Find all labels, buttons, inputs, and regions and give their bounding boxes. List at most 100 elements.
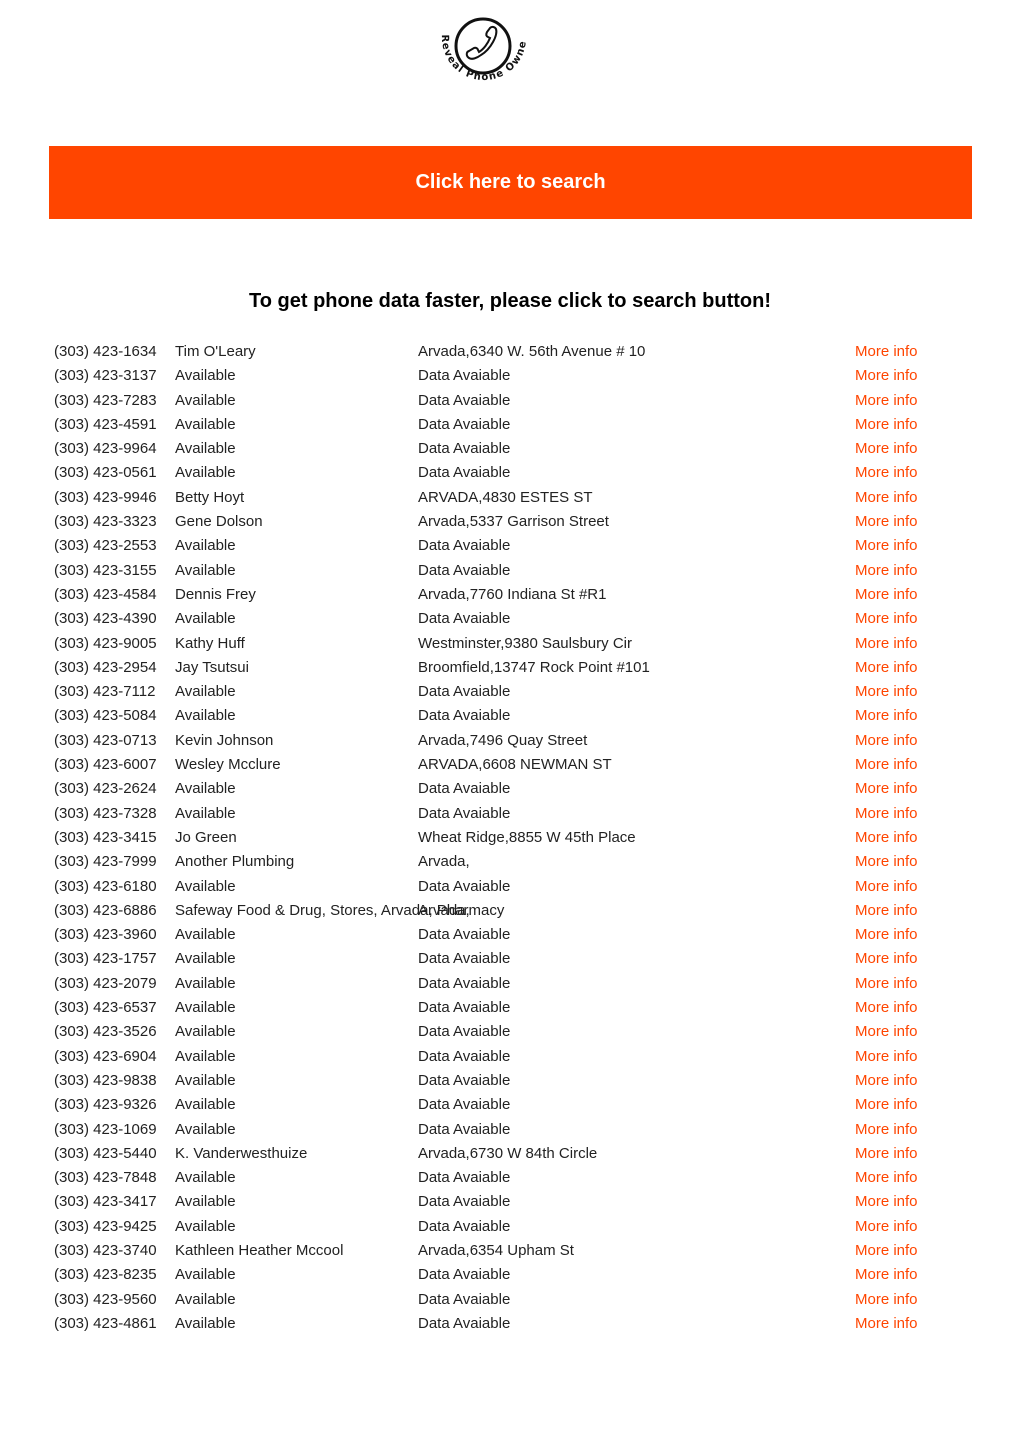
more-info-link[interactable]: More info [855, 364, 918, 388]
more-info-link[interactable]: More info [855, 461, 918, 485]
owner-name: Gene Dolson [175, 513, 263, 531]
phone-number: (303) 423-3417 [54, 1193, 157, 1211]
owner-address: Data Avaiable [418, 415, 511, 433]
more-info-link[interactable]: More info [855, 632, 918, 656]
table-row: (303) 423-4584 Dennis Frey Arvada,7760 Ind… [54, 583, 954, 607]
table-row: (303) 423-6904 Available Data Avaiable More… [54, 1045, 954, 1069]
more-info-link[interactable]: More info [855, 583, 918, 607]
phone-number: (303) 423-5084 [54, 707, 157, 725]
more-info-link[interactable]: More info [855, 972, 918, 996]
more-info-link[interactable]: More info [855, 923, 918, 947]
more-info-link[interactable]: More info [855, 413, 918, 437]
more-info-link[interactable]: More info [855, 1190, 918, 1214]
phone-number: (303) 423-2624 [54, 780, 157, 798]
table-row: (303) 423-3960 Available Data Avaiable More… [54, 923, 954, 947]
more-info-link[interactable]: More info [855, 704, 918, 728]
table-row: (303) 423-9425 Available Data Avaiable More… [54, 1215, 954, 1239]
more-info-link[interactable]: More info [855, 389, 918, 413]
more-info-link[interactable]: More info [855, 1093, 918, 1117]
phone-number: (303) 423-7112 [54, 683, 156, 701]
owner-address: Data Avaiable [418, 1314, 511, 1332]
more-info-link[interactable]: More info [855, 437, 918, 461]
owner-name: Available [175, 707, 236, 725]
phone-number: (303) 423-2553 [54, 537, 157, 555]
phone-number: (303) 423-6007 [54, 756, 157, 774]
owner-address: Data Avaiable [418, 610, 511, 628]
phone-number: (303) 423-9946 [54, 488, 157, 506]
owner-address: Data Avaiable [418, 974, 511, 992]
table-row: (303) 423-5084 Available Data Avaiable More… [54, 704, 954, 728]
more-info-link[interactable]: More info [855, 607, 918, 631]
more-info-link[interactable]: More info [855, 1312, 918, 1336]
owner-address: Arvada,6730 W 84th Circle [418, 1144, 598, 1162]
phone-number: (303) 423-7283 [54, 391, 157, 409]
table-row: (303) 423-3417 Available Data Avaiable More… [54, 1190, 954, 1214]
owner-name: Available [175, 999, 236, 1017]
owner-name: Available [175, 610, 236, 628]
owner-address: Data Avaiable [418, 1023, 511, 1041]
owner-address: Data Avaiable [418, 707, 511, 725]
more-info-link[interactable]: More info [855, 340, 918, 364]
more-info-link[interactable]: More info [855, 486, 918, 510]
more-info-link[interactable]: More info [855, 802, 918, 826]
more-info-link[interactable]: More info [855, 680, 918, 704]
more-info-link[interactable]: More info [855, 1166, 918, 1190]
phone-number: (303) 423-3155 [54, 561, 157, 579]
more-info-link[interactable]: More info [855, 510, 918, 534]
owner-name: Available [175, 464, 236, 482]
more-info-link[interactable]: More info [855, 753, 918, 777]
more-info-link[interactable]: More info [855, 534, 918, 558]
phone-handset-icon: Reveal Phone Owner [428, 16, 528, 83]
more-info-link[interactable]: More info [855, 850, 918, 874]
phone-number: (303) 423-3526 [54, 1023, 157, 1041]
search-button[interactable]: Click here to search [49, 146, 972, 219]
owner-address: Data Avaiable [418, 1047, 511, 1065]
table-row: (303) 423-3526 Available Data Avaiable More… [54, 1020, 954, 1044]
phone-number: (303) 423-2079 [54, 974, 157, 992]
owner-address: Arvada, [418, 853, 470, 871]
owner-address: Arvada,7760 Indiana St #R1 [418, 585, 607, 603]
more-info-link[interactable]: More info [855, 559, 918, 583]
phone-number: (303) 423-9425 [54, 1217, 157, 1235]
more-info-link[interactable]: More info [855, 1215, 918, 1239]
owner-address: Data Avaiable [418, 367, 511, 385]
table-row: (303) 423-1757 Available Data Avaiable More… [54, 947, 954, 971]
table-row: (303) 423-3415 Jo Green Wheat Ridge,8855 W… [54, 826, 954, 850]
more-info-link[interactable]: More info [855, 1142, 918, 1166]
owner-address: Data Avaiable [418, 537, 511, 555]
owner-address: Data Avaiable [418, 391, 511, 409]
table-row: (303) 423-9005 Kathy Huff Westminster,9380… [54, 632, 954, 656]
more-info-link[interactable]: More info [855, 1118, 918, 1142]
owner-name: Available [175, 1314, 236, 1332]
more-info-link[interactable]: More info [855, 1263, 918, 1287]
more-info-link[interactable]: More info [855, 777, 918, 801]
more-info-link[interactable]: More info [855, 947, 918, 971]
owner-address: Data Avaiable [418, 1071, 511, 1089]
phone-number: (303) 423-0713 [54, 731, 157, 749]
more-info-link[interactable]: More info [855, 1069, 918, 1093]
table-row: (303) 423-9560 Available Data Avaiable More… [54, 1288, 954, 1312]
owner-name: Available [175, 780, 236, 798]
phone-number: (303) 423-6904 [54, 1047, 157, 1065]
more-info-link[interactable]: More info [855, 899, 918, 923]
phone-number: (303) 423-6180 [54, 877, 157, 895]
more-info-link[interactable]: More info [855, 826, 918, 850]
owner-name: Available [175, 683, 236, 701]
more-info-link[interactable]: More info [855, 1045, 918, 1069]
table-row: (303) 423-1069 Available Data Avaiable More… [54, 1118, 954, 1142]
table-row: (303) 423-8235 Available Data Avaiable More… [54, 1263, 954, 1287]
table-row: (303) 423-2624 Available Data Avaiable More… [54, 777, 954, 801]
phone-number: (303) 423-3323 [54, 513, 157, 531]
owner-name: Available [175, 926, 236, 944]
phone-number: (303) 423-1069 [54, 1120, 157, 1138]
owner-name: Available [175, 1169, 236, 1187]
more-info-link[interactable]: More info [855, 1239, 918, 1263]
owner-name: Wesley Mcclure [175, 756, 281, 774]
more-info-link[interactable]: More info [855, 996, 918, 1020]
more-info-link[interactable]: More info [855, 656, 918, 680]
more-info-link[interactable]: More info [855, 875, 918, 899]
more-info-link[interactable]: More info [855, 1288, 918, 1312]
more-info-link[interactable]: More info [855, 1020, 918, 1044]
phone-number: (303) 423-7848 [54, 1169, 157, 1187]
more-info-link[interactable]: More info [855, 729, 918, 753]
